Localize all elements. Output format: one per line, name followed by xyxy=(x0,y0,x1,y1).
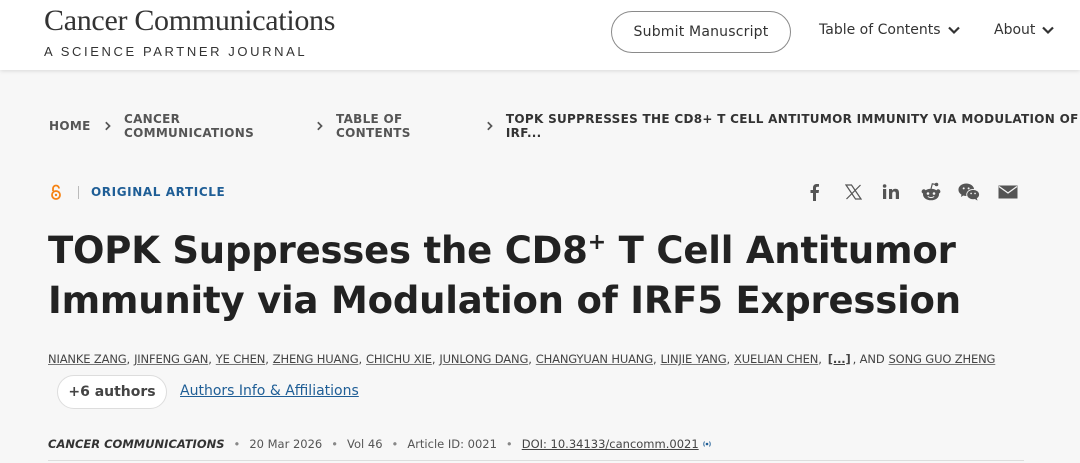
citation-journal[interactable]: CANCER COMMUNICATIONS xyxy=(48,437,225,451)
author-name[interactable]: YE CHEN xyxy=(216,352,266,366)
doi-broadcast-icon xyxy=(702,441,711,447)
publication-date: 20 Mar 2026 xyxy=(249,437,323,451)
doi-link[interactable]: DOI: 10.34133/cancomm.0021 xyxy=(522,437,699,451)
reddit-icon[interactable] xyxy=(920,181,942,203)
separator-dot: • xyxy=(391,437,399,451)
nav-about[interactable]: About xyxy=(994,22,1055,38)
separator-dot: • xyxy=(331,437,339,451)
wechat-icon[interactable] xyxy=(958,181,980,203)
author-name[interactable]: JINFENG GAN xyxy=(134,352,208,366)
divider xyxy=(78,186,79,199)
breadcrumb-current: TOPK SUPPRESSES THE CD8+ T CELL ANTITUMO… xyxy=(505,112,1079,140)
nav-table-of-contents[interactable]: Table of Contents xyxy=(819,22,961,38)
open-access-icon xyxy=(51,184,61,200)
more-authors-button[interactable]: +6 authors xyxy=(57,375,167,409)
chevron-right-icon xyxy=(486,121,493,131)
divider xyxy=(48,460,1024,461)
article-title-superscript: + xyxy=(587,230,606,255)
chevron-down-icon xyxy=(1042,26,1055,35)
citation-line: CANCER COMMUNICATIONS • 20 Mar 2026 • Vo… xyxy=(48,437,712,451)
author-name[interactable]: SONG GUO ZHENG xyxy=(889,352,996,366)
author-name[interactable]: CHICHU XIE xyxy=(366,352,432,366)
article-title: TOPK Suppresses the CD8+ T Cell Antitumo… xyxy=(48,226,1048,326)
breadcrumb-home[interactable]: HOME xyxy=(49,119,91,133)
author-name[interactable]: JUNLONG DANG xyxy=(439,352,528,366)
chevron-right-icon xyxy=(104,121,111,131)
x-icon[interactable] xyxy=(842,181,864,203)
separator-dot: • xyxy=(233,437,241,451)
authors-and: , AND xyxy=(852,352,885,366)
article-id: Article ID: 0021 xyxy=(407,437,497,451)
author-name[interactable]: ZHENG HUANG xyxy=(273,352,359,366)
authors-ellipsis[interactable]: [...] xyxy=(828,352,851,366)
journal-name[interactable]: Cancer Communications xyxy=(44,4,335,38)
submit-manuscript-button[interactable]: Submit Manuscript xyxy=(611,11,791,53)
site-header: Cancer Communications A SCIENCE PARTNER … xyxy=(0,0,1080,70)
author-name[interactable]: XUELIAN CHEN xyxy=(734,352,818,366)
breadcrumb: HOME CANCER COMMUNICATIONS TABLE OF CONT… xyxy=(49,112,1080,140)
nav-table-of-contents-label: Table of Contents xyxy=(819,22,941,38)
facebook-icon[interactable] xyxy=(803,181,825,203)
nav-about-label: About xyxy=(994,22,1036,38)
email-icon[interactable] xyxy=(997,181,1019,203)
separator-dot: • xyxy=(505,437,513,451)
chevron-down-icon xyxy=(947,26,960,35)
author-name[interactable]: LINJIE YANG xyxy=(661,352,727,366)
author-list: NIANKE ZANG, JINFENG GAN, YE CHEN, ZHENG… xyxy=(48,352,996,366)
journal-tagline: A SCIENCE PARTNER JOURNAL xyxy=(44,44,308,59)
breadcrumb-journal[interactable]: CANCER COMMUNICATIONS xyxy=(124,112,303,140)
breadcrumb-toc[interactable]: TABLE OF CONTENTS xyxy=(336,112,473,140)
volume: Vol 46 xyxy=(347,437,383,451)
author-name[interactable]: NIANKE ZANG xyxy=(48,352,127,366)
article-type-label[interactable]: ORIGINAL ARTICLE xyxy=(91,185,225,199)
linkedin-icon[interactable] xyxy=(880,181,902,203)
authors-affiliations-link[interactable]: Authors Info & Affiliations xyxy=(180,383,359,399)
article-title-part1: TOPK Suppresses the CD8 xyxy=(48,229,588,272)
chevron-right-icon xyxy=(316,121,323,131)
author-name[interactable]: CHANGYUAN HUANG xyxy=(536,352,653,366)
